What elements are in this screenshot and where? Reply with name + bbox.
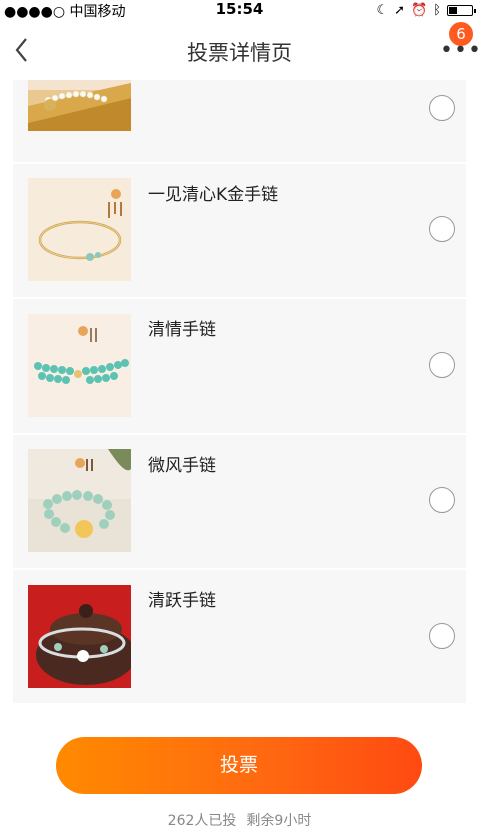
list-item[interactable]: 微风手链 [13, 435, 466, 569]
nav-bar: 投票详情页 ••• 6 [0, 20, 479, 80]
bluetooth-icon: ᛒ [433, 2, 441, 18]
location-icon: ➚ [394, 2, 405, 18]
product-thumbnail [28, 585, 131, 688]
select-radio[interactable] [429, 352, 455, 378]
page-title: 投票详情页 [187, 41, 292, 65]
vote-stats: 262人已投 剩余9小时 [0, 810, 479, 830]
select-radio[interactable] [429, 216, 455, 242]
item-name: 清跃手链 [148, 591, 216, 611]
alarm-icon: ⏰ [411, 2, 428, 18]
battery-icon [447, 4, 476, 16]
list-item[interactable] [13, 80, 466, 147]
status-bar: ●●●●○ 中国移动 15:54 ☾ ➚ ⏰ ᛒ [0, 0, 479, 20]
time-remaining: 剩余9小时 [246, 813, 312, 829]
product-thumbnail [28, 178, 131, 281]
product-thumbnail [28, 314, 131, 417]
select-radio[interactable] [429, 487, 455, 513]
item-name: 一见清心K金手链 [148, 185, 279, 205]
more-options-icon[interactable]: ••• [440, 40, 479, 62]
vote-button[interactable]: 投票 [56, 737, 422, 794]
item-name: 清情手链 [148, 320, 216, 340]
list-item[interactable]: 一见清心K金手链 [13, 164, 466, 298]
candidate-list: 一见清心K金手链 清情手链 微风手链 清跃手链 [13, 80, 466, 703]
notification-badge: 6 [449, 22, 473, 46]
list-item[interactable]: 清跃手链 [13, 570, 466, 703]
product-thumbnail [28, 449, 131, 552]
select-radio[interactable] [429, 623, 455, 649]
list-item[interactable]: 清情手链 [13, 299, 466, 433]
moon-icon: ☾ [376, 2, 389, 18]
voted-count: 262人已投 [167, 813, 237, 829]
product-thumbnail [28, 80, 131, 131]
item-name: 微风手链 [148, 456, 216, 476]
select-radio[interactable] [429, 95, 455, 121]
